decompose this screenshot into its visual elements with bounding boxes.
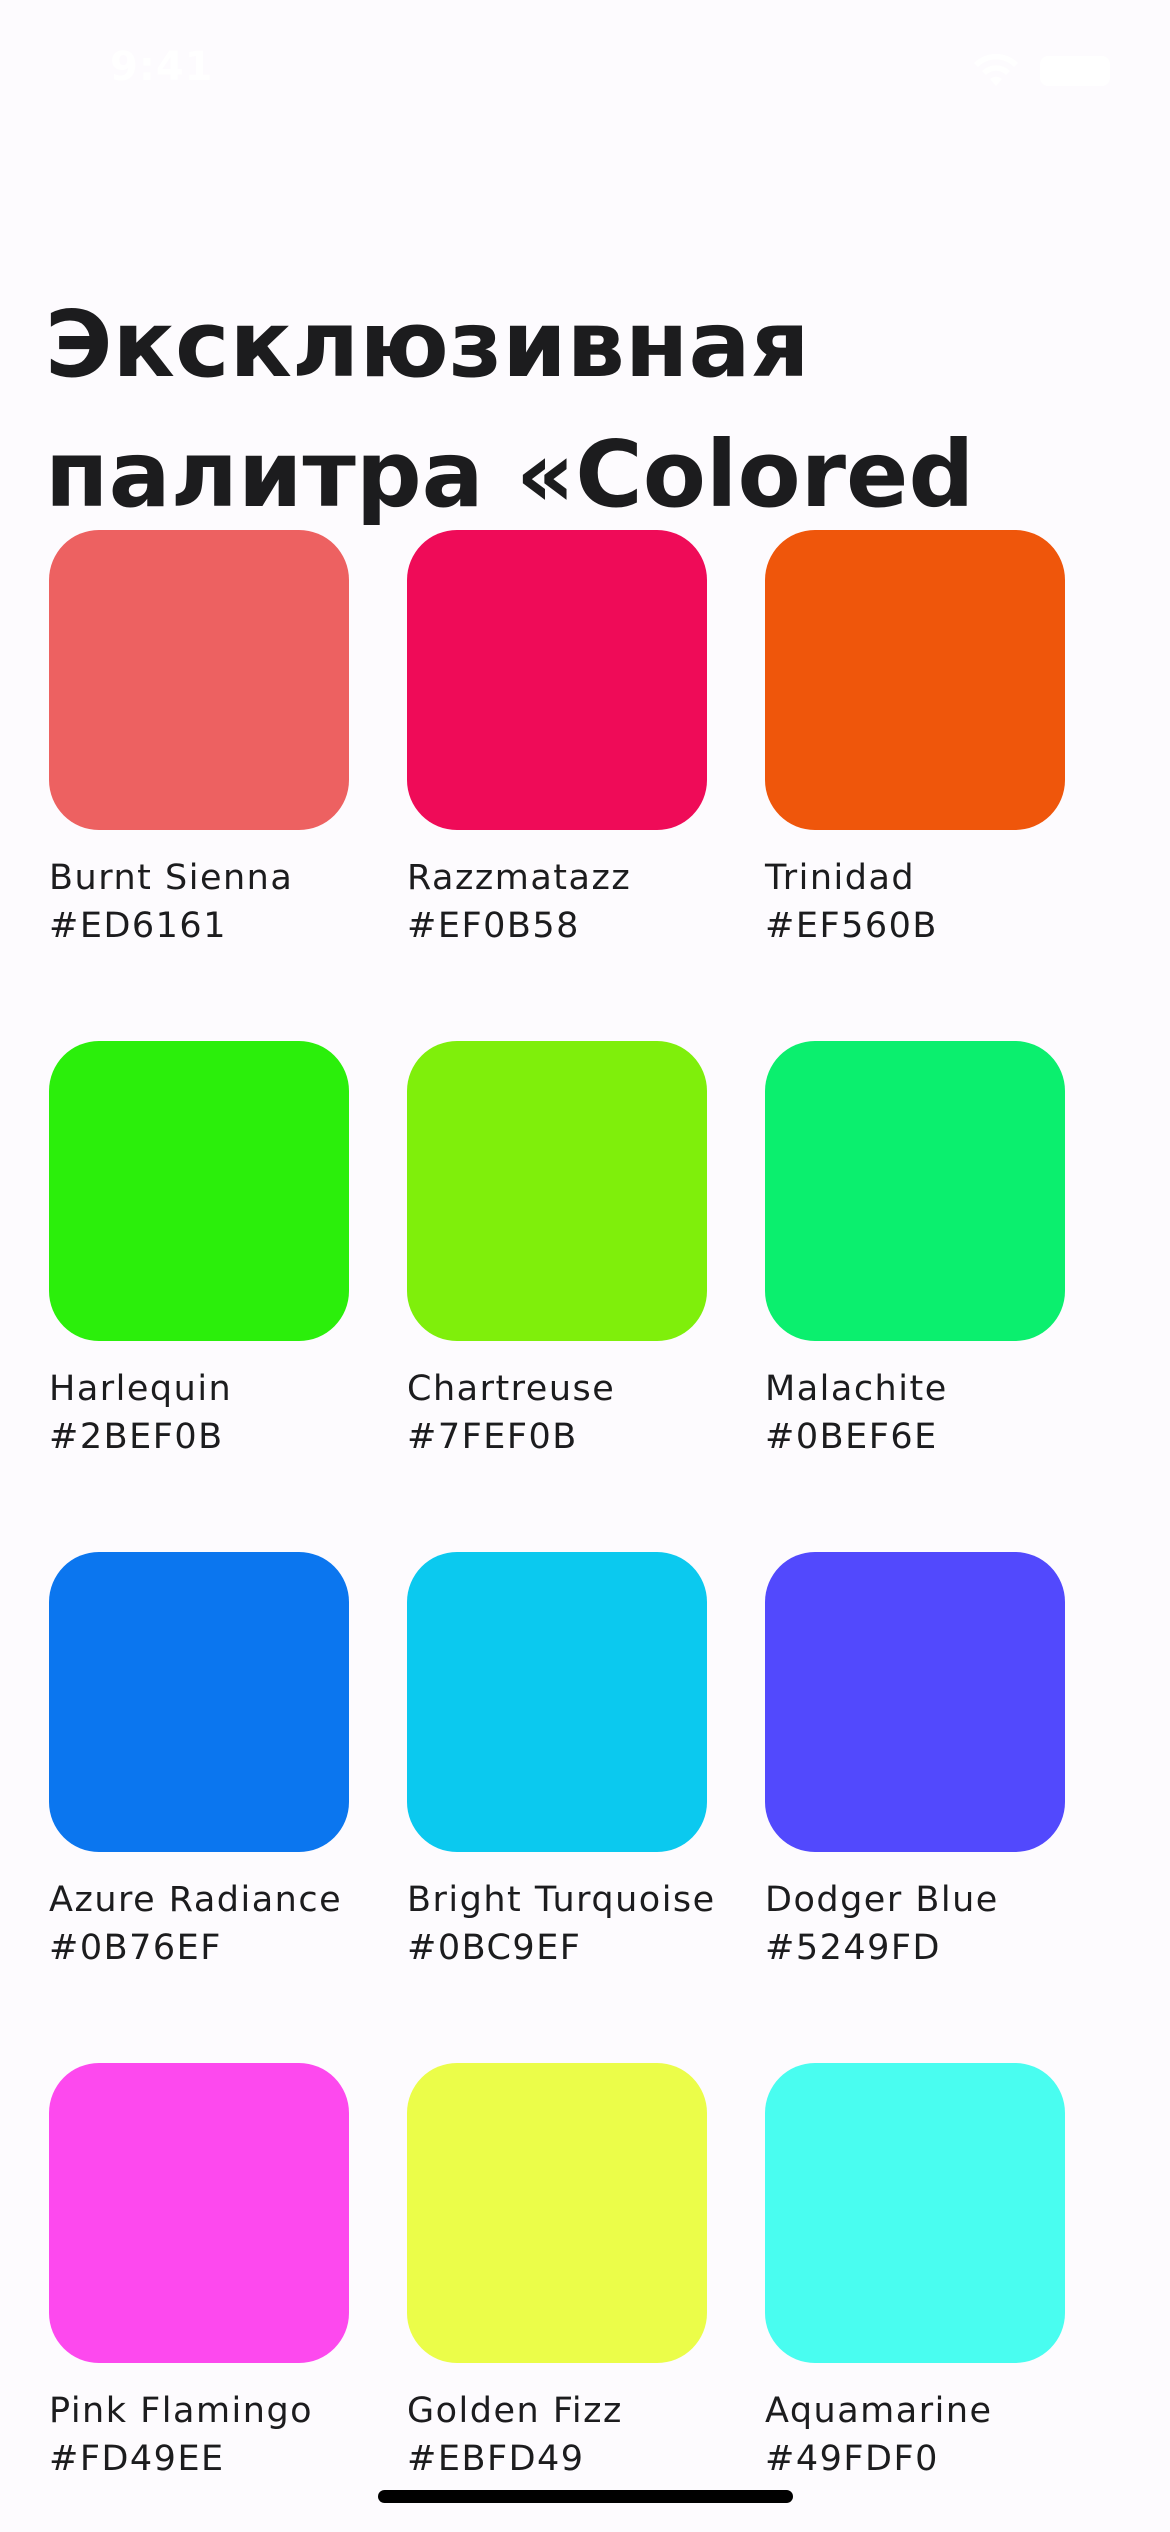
- color-name: Malachite: [765, 1369, 948, 1409]
- palette-grid: Burnt Sienna #ED6161 Razzmatazz #EF0B58 …: [49, 530, 1069, 2525]
- color-hex: #ED6161: [49, 906, 227, 946]
- color-name: Trinidad: [765, 858, 916, 898]
- color-swatch[interactable]: [49, 530, 349, 830]
- color-hex: #2BEF0B: [49, 1417, 224, 1457]
- color-name: Pink Flamingo: [49, 2391, 314, 2431]
- color-swatch[interactable]: [49, 1552, 349, 1852]
- color-name: Razzmatazz: [407, 858, 632, 898]
- color-hex: #EBFD49: [407, 2439, 585, 2479]
- color-swatch[interactable]: [765, 2063, 1065, 2363]
- color-name: Azure Radiance: [49, 1880, 343, 1920]
- color-swatch[interactable]: [49, 2063, 349, 2363]
- color-name: Golden Fizz: [407, 2391, 623, 2431]
- color-hex: #FD49EE: [49, 2439, 225, 2479]
- battery-icon: [1040, 56, 1110, 86]
- color-name: Harlequin: [49, 1369, 233, 1409]
- color-card[interactable]: Chartreuse #7FEF0B: [407, 1041, 707, 1503]
- color-swatch[interactable]: [407, 530, 707, 830]
- color-swatch[interactable]: [407, 1552, 707, 1852]
- status-time: 9:41: [110, 44, 214, 90]
- color-hex: #0B76EF: [49, 1928, 222, 1968]
- color-hex: #5249FD: [765, 1928, 941, 1968]
- color-hex: #7FEF0B: [407, 1417, 578, 1457]
- color-hex: #EF0B58: [407, 906, 580, 946]
- color-name: Bright Turquoise: [407, 1880, 716, 1920]
- color-swatch[interactable]: [765, 530, 1065, 830]
- color-card[interactable]: Pink Flamingo #FD49EE: [49, 2063, 349, 2525]
- color-swatch[interactable]: [765, 1552, 1065, 1852]
- status-bar: 9:41: [0, 0, 1170, 140]
- color-hex: #49FDF0: [765, 2439, 939, 2479]
- color-card[interactable]: Burnt Sienna #ED6161: [49, 530, 349, 992]
- color-card[interactable]: Dodger Blue #5249FD: [765, 1552, 1065, 2014]
- color-card[interactable]: Golden Fizz #EBFD49: [407, 2063, 707, 2525]
- color-card[interactable]: Aquamarine #49FDF0: [765, 2063, 1065, 2525]
- color-swatch[interactable]: [765, 1041, 1065, 1341]
- color-swatch[interactable]: [407, 2063, 707, 2363]
- color-card[interactable]: Harlequin #2BEF0B: [49, 1041, 349, 1503]
- color-swatch[interactable]: [49, 1041, 349, 1341]
- color-name: Burnt Sienna: [49, 858, 294, 898]
- color-card[interactable]: Malachite #0BEF6E: [765, 1041, 1065, 1503]
- color-hex: #EF560B: [765, 906, 938, 946]
- color-name: Chartreuse: [407, 1369, 616, 1409]
- color-card[interactable]: Bright Turquoise #0BC9EF: [407, 1552, 716, 2014]
- color-hex: #0BEF6E: [765, 1417, 938, 1457]
- color-card[interactable]: Trinidad #EF560B: [765, 530, 1065, 992]
- wifi-icon: [974, 53, 1018, 86]
- color-card[interactable]: Razzmatazz #EF0B58: [407, 530, 707, 992]
- color-hex: #0BC9EF: [407, 1928, 582, 1968]
- color-name: Dodger Blue: [765, 1880, 999, 1920]
- home-indicator[interactable]: [378, 2490, 793, 2503]
- color-swatch[interactable]: [407, 1041, 707, 1341]
- color-card[interactable]: Azure Radiance #0B76EF: [49, 1552, 349, 2014]
- color-name: Aquamarine: [765, 2391, 993, 2431]
